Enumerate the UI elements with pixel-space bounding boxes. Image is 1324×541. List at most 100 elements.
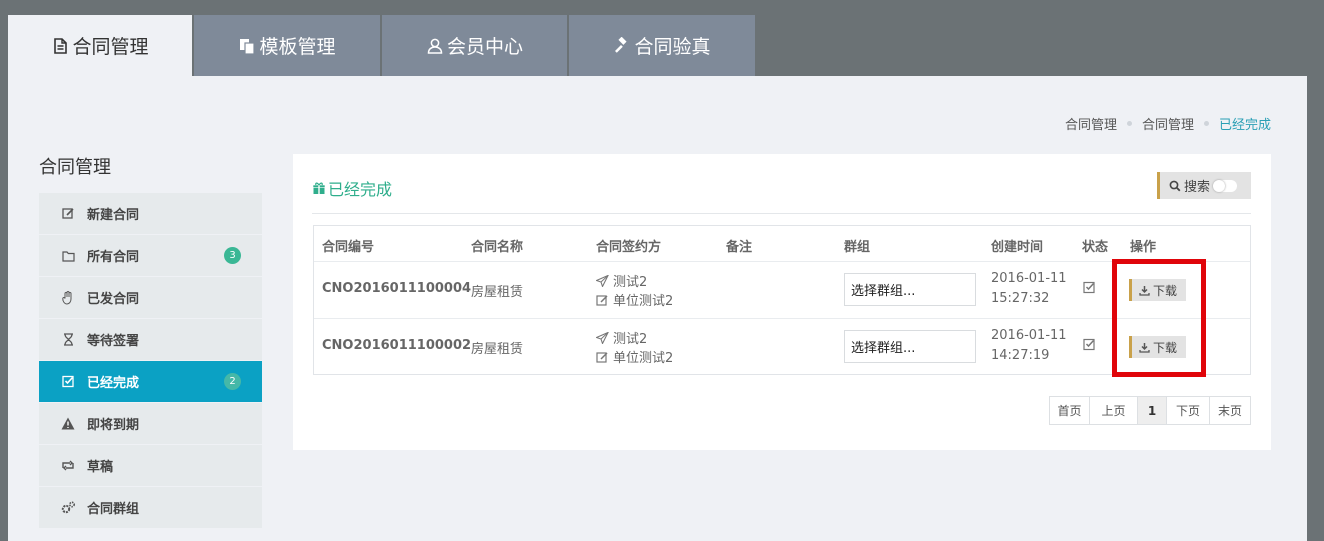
edit-icon [596,351,608,363]
breadcrumb-item[interactable]: 合同管理 [1142,114,1194,133]
pager-last[interactable]: 末页 [1210,397,1250,424]
sidebar-item-awaiting-signature[interactable]: 等待签署 [39,319,262,360]
gavel-icon [615,36,628,53]
tab-contract-verify[interactable]: 合同验真 [569,15,755,76]
send-icon [596,331,609,344]
document-icon [54,37,68,54]
breadcrumb-separator [1203,121,1209,126]
sidebar-item-label: 所有合同 [87,250,140,265]
top-tabs: 合同管理 模板管理 会员中心 合同验真 [8,15,755,76]
row-divider [314,318,1250,319]
tab-member-center[interactable]: 会员中心 [382,15,569,76]
sidebar-item-label: 已经完成 [87,376,140,391]
sidebar-item-all-contracts[interactable]: 所有合同 3 [39,235,262,276]
pagination: 首页 上页 1 下页 末页 [1049,396,1251,425]
tab-label: 会员中心 [446,36,523,58]
breadcrumb-item[interactable]: 合同管理 [1065,114,1117,133]
main-panel: 已经完成 搜索 合同编号 合同名称 合同签约方 备注 群组 创建时间 状态 操作… [293,154,1271,450]
sidebar-item-label: 等待签署 [87,334,140,349]
column-header: 状态 [1082,240,1109,255]
column-header: 合同签约方 [596,240,662,255]
folder-icon [61,249,75,263]
count-badge: 2 [224,373,241,390]
contract-name: 房屋租赁 [471,285,524,300]
pager-next[interactable]: 下页 [1167,397,1210,424]
divider [312,213,1251,214]
sidebar-title: 合同管理 [39,157,111,178]
signer-unit: 单位测试2 [596,347,673,366]
hourglass-icon [61,333,75,347]
breadcrumb: 合同管理 合同管理 已经完成 [1065,114,1271,133]
signer-unit-name: 单位测试2 [613,294,674,309]
contract-code-link[interactable]: CNO2016011100004 [322,281,471,296]
hand-icon [61,290,75,305]
sidebar-item-drafts[interactable]: 草稿 [39,445,262,486]
check-square-icon [61,375,75,389]
edit-icon [61,207,75,221]
created-date: 2016-01-11 [991,328,1067,343]
tab-label: 合同管理 [72,36,149,58]
sidebar-item-sent-contracts[interactable]: 已发合同 [39,277,262,318]
signer-sender-name: 测试2 [613,275,648,290]
row-divider [314,261,1250,262]
tab-template-management[interactable]: 模板管理 [194,15,382,76]
group-select-value: 选择群组... [851,341,916,356]
created-time: 15:27:32 [991,291,1050,306]
column-header: 操作 [1130,240,1157,255]
count-badge: 3 [224,247,241,264]
sidebar-item-label: 草稿 [87,460,114,475]
group-select-value: 选择群组... [851,284,916,299]
column-header: 备注 [726,240,753,255]
group-select[interactable]: 选择群组... [844,330,976,363]
contract-name: 房屋租赁 [471,342,524,357]
warning-icon [61,417,75,431]
search-icon [1169,180,1181,191]
sidebar-item-completed[interactable]: 已经完成 2 [39,361,262,402]
sidebar-item-label: 即将到期 [87,418,140,433]
contract-code-link[interactable]: CNO2016011100002 [322,338,471,353]
pager-first[interactable]: 首页 [1050,397,1090,424]
pager-prev[interactable]: 上页 [1090,397,1138,424]
copy-icon [240,38,256,55]
signer-unit-name: 单位测试2 [613,351,674,366]
group-select[interactable]: 选择群组... [844,273,976,306]
edit-icon [596,294,608,306]
panel-title-text: 已经完成 [328,180,393,199]
breadcrumb-current: 已经完成 [1218,118,1271,133]
signer-sender: 测试2 [596,328,647,347]
tab-contract-management[interactable]: 合同管理 [8,15,194,76]
search-toggle-switch[interactable] [1213,179,1238,192]
column-header: 群组 [844,240,871,255]
tab-label: 模板管理 [259,36,336,58]
contract-table: 合同编号 合同名称 合同签约方 备注 群组 创建时间 状态 操作 CNO2016… [313,225,1251,375]
pager-current[interactable]: 1 [1138,397,1167,424]
search-label: 搜索 [1184,180,1211,195]
search-toggle-button[interactable]: 搜索 [1157,172,1251,199]
signer-sender-name: 测试2 [613,332,648,347]
panel-title: 已经完成 [312,176,392,200]
toggle-knob [1213,179,1226,192]
check-square-icon [1083,281,1095,294]
created-date: 2016-01-11 [991,271,1067,286]
cogs-icon [61,501,75,515]
column-header: 合同编号 [322,240,375,255]
user-icon [427,38,443,54]
send-icon [596,274,609,287]
content-area: 合同管理 合同管理 已经完成 合同管理 新建合同 所有合同 3 已发合同 等待签… [8,76,1307,541]
sidebar-item-label: 新建合同 [87,208,140,223]
highlight-box [1112,259,1206,377]
sidebar: 新建合同 所有合同 3 已发合同 等待签署 已经完成 2 即将到期 草稿 合同群… [39,193,262,529]
sidebar-item-expiring-soon[interactable]: 即将到期 [39,403,262,444]
gift-icon [312,182,326,194]
sidebar-item-contract-groups[interactable]: 合同群组 [39,487,262,528]
check-square-icon [1083,338,1095,351]
signer-sender: 测试2 [596,271,647,290]
sidebar-item-new-contract[interactable]: 新建合同 [39,193,262,234]
retweet-icon [61,459,75,473]
sidebar-item-label: 合同群组 [87,502,140,517]
column-header: 创建时间 [991,240,1044,255]
created-time: 14:27:19 [991,348,1050,363]
breadcrumb-separator [1126,121,1132,126]
sidebar-item-label: 已发合同 [87,292,140,307]
column-header: 合同名称 [471,240,524,255]
